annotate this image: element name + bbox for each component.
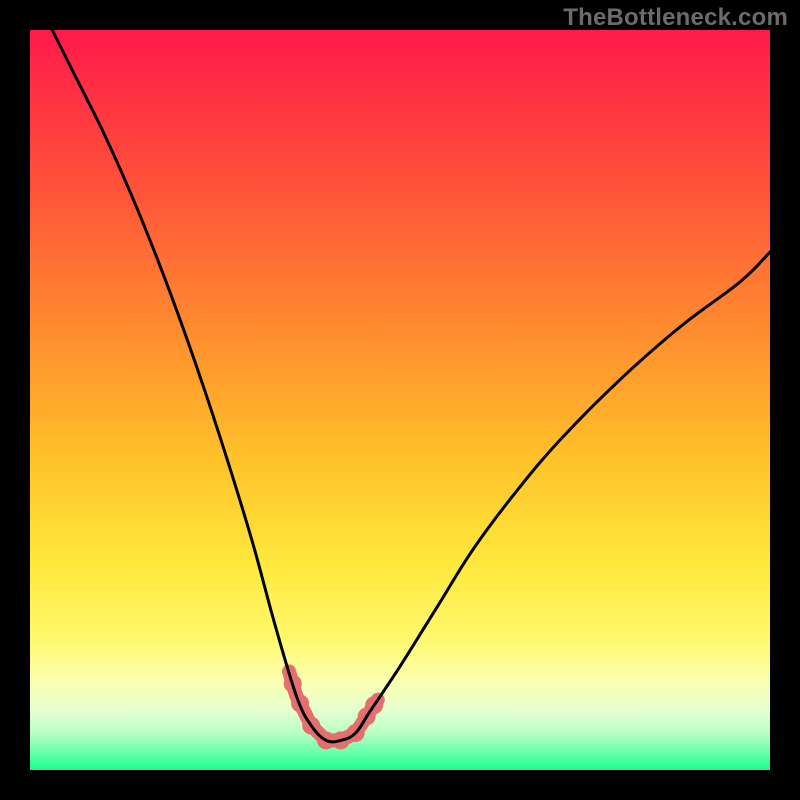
watermark-text: TheBottleneck.com	[563, 4, 788, 32]
chart-frame: TheBottleneck.com	[0, 0, 800, 800]
curve-layer	[30, 30, 770, 770]
bottleneck-curve	[52, 30, 770, 742]
plot-area	[30, 30, 770, 770]
